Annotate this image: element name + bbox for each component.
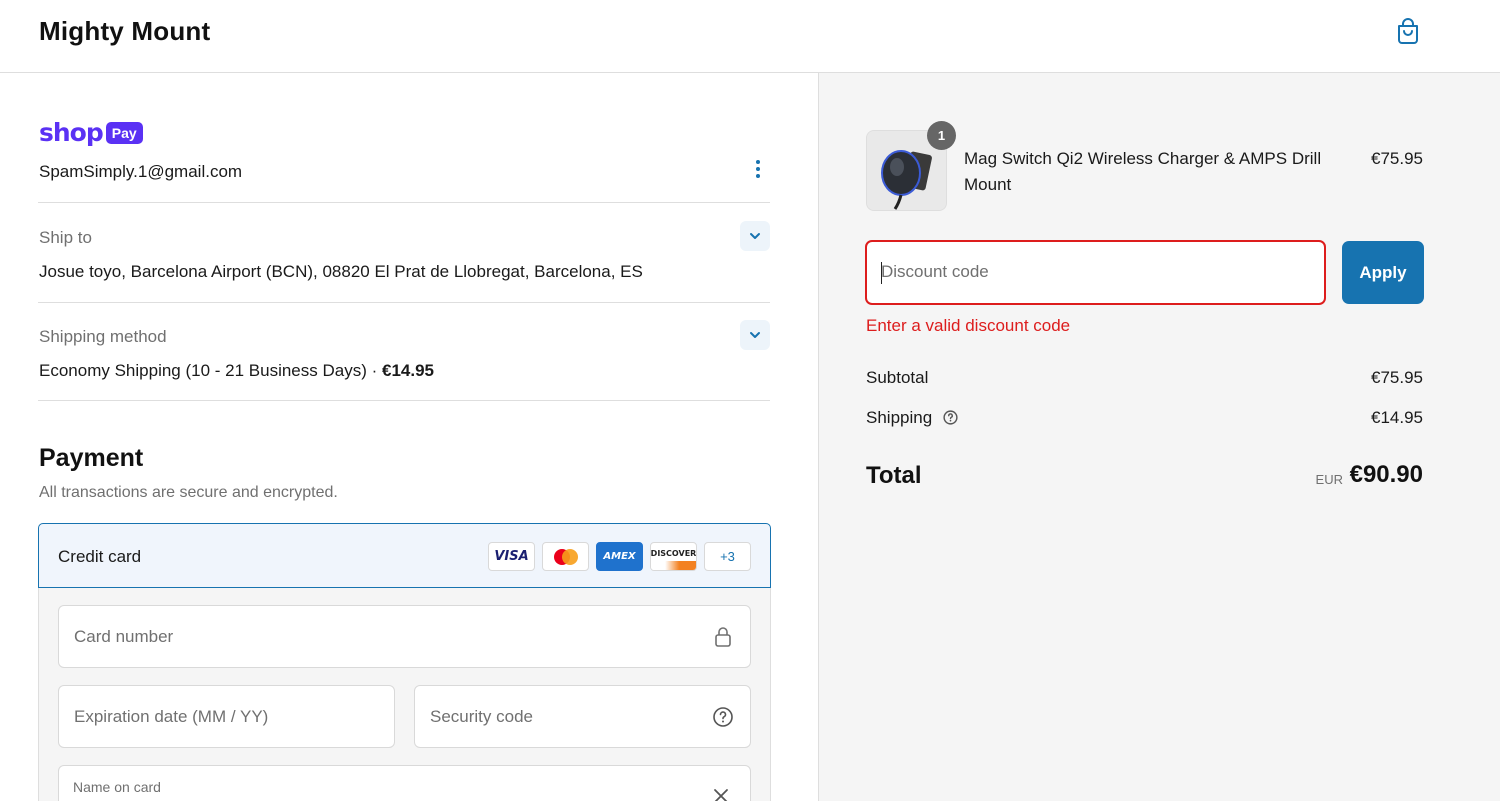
shopping-bag-icon[interactable]	[1393, 16, 1423, 46]
shipping-method-label: Shipping method	[39, 327, 167, 346]
total-currency: EUR	[1315, 472, 1343, 487]
discount-code-field[interactable]	[865, 240, 1326, 305]
subtotal-label: Subtotal	[866, 368, 929, 387]
question-circle-icon[interactable]	[942, 409, 959, 426]
text-caret	[881, 262, 882, 284]
security-code-placeholder: Security code	[430, 707, 533, 726]
name-on-card-field[interactable]: Name on card	[58, 765, 751, 801]
credit-card-option[interactable]: Credit card VISA AMEX DISCOVER +3	[38, 523, 771, 588]
expiration-date-field[interactable]: Expiration date (MM / YY)	[58, 685, 395, 748]
total-label: Total	[866, 462, 922, 489]
amex-icon: AMEX	[596, 542, 643, 571]
shipping-label: Shipping	[866, 408, 933, 427]
shipping-method-value: Economy Shipping (10 - 21 Business Days)…	[39, 361, 434, 381]
account-email: SpamSimply.1@gmail.com	[39, 162, 243, 181]
shipping-method-expand-button[interactable]	[740, 320, 770, 350]
ship-to-expand-button[interactable]	[740, 221, 770, 251]
discover-icon: DISCOVER	[650, 542, 697, 571]
security-code-field[interactable]: Security code	[414, 685, 751, 748]
quantity-badge: 1	[927, 121, 956, 150]
shop-pay-logo: shop Pay	[39, 119, 143, 147]
payment-title: Payment	[39, 444, 144, 472]
discount-code-input[interactable]	[881, 262, 1301, 282]
chevron-down-icon	[750, 233, 760, 239]
store-name[interactable]: Mighty Mount	[39, 16, 210, 47]
total-value: €90.90	[1349, 461, 1423, 488]
shipping-method-name: Economy Shipping (10 - 21 Business Days)…	[39, 361, 382, 380]
chevron-down-icon	[750, 332, 760, 338]
discount-error-message: Enter a valid discount code	[866, 316, 1071, 335]
ship-to-label: Ship to	[39, 228, 92, 247]
card-number-placeholder: Card number	[74, 627, 174, 646]
expiration-placeholder: Expiration date (MM / YY)	[74, 707, 269, 726]
ship-to-address: Josue toyo, Barcelona Airport (BCN), 088…	[39, 262, 643, 281]
shop-logo-text: shop	[39, 118, 104, 147]
header: Mighty Mount	[0, 0, 1500, 73]
divider	[38, 302, 770, 303]
close-icon[interactable]	[711, 786, 731, 801]
visa-icon: VISA	[488, 542, 535, 571]
product-name: Mag Switch Qi2 Wireless Charger & AMPS D…	[964, 149, 1322, 194]
shipping-method-price: €14.95	[382, 361, 434, 380]
shipping-value: €14.95	[1371, 408, 1423, 427]
more-card-brands: +3	[704, 542, 751, 571]
pay-badge: Pay	[105, 122, 143, 144]
mastercard-icon	[542, 542, 589, 571]
kebab-menu-icon[interactable]	[748, 158, 768, 182]
divider	[38, 400, 770, 401]
apply-discount-button[interactable]: Apply	[1342, 241, 1424, 304]
payment-subtitle: All transactions are secure and encrypte…	[39, 484, 338, 501]
card-number-field[interactable]: Card number	[58, 605, 751, 668]
credit-card-label: Credit card	[58, 547, 142, 566]
lock-icon	[711, 625, 735, 649]
question-circle-icon[interactable]	[711, 705, 735, 729]
subtotal-value: €75.95	[1371, 368, 1423, 387]
product-price: €75.95	[1371, 149, 1423, 168]
divider	[38, 202, 770, 203]
name-on-card-label: Name on card	[73, 779, 161, 795]
